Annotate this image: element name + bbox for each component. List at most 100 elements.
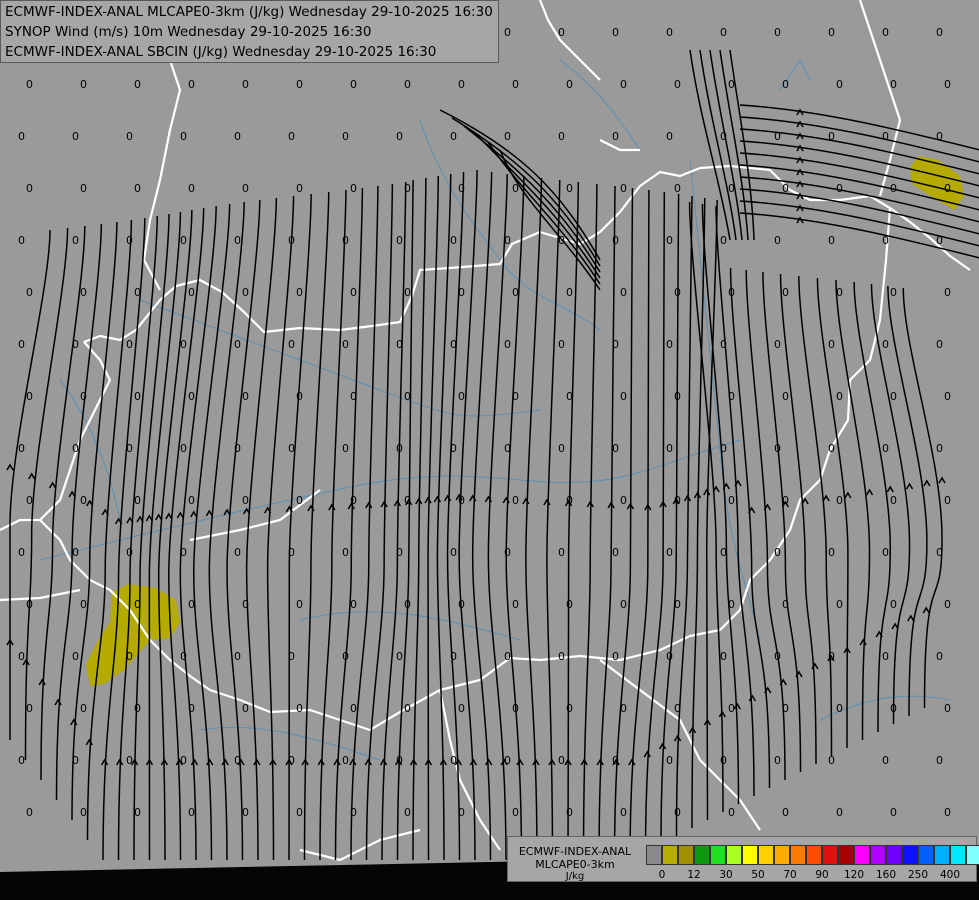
sbcin-label: 0 — [396, 754, 403, 767]
sbcin-label: 0 — [882, 650, 889, 663]
sbcin-label: 0 — [512, 182, 519, 195]
streamline-arrow — [190, 510, 198, 518]
sbcin-label: 0 — [720, 650, 727, 663]
streamline-arrow — [923, 479, 931, 487]
sbcin-label: 0 — [350, 390, 357, 403]
sbcin-label: 0 — [72, 130, 79, 143]
sbcin-label: 0 — [558, 26, 565, 39]
sbcin-label: 0 — [836, 78, 843, 91]
sbcin-label: 0 — [882, 26, 889, 39]
sbcin-label: 0 — [666, 442, 673, 455]
sbcin-label: 0 — [234, 442, 241, 455]
streamline-arrow — [886, 485, 894, 493]
sbcin-label: 0 — [890, 390, 897, 403]
sbcin-label: 0 — [134, 182, 141, 195]
sbcin-label: 0 — [512, 390, 519, 403]
sbcin-label: 0 — [620, 286, 627, 299]
sbcin-label: 0 — [458, 390, 465, 403]
sbcin-label: 0 — [234, 130, 241, 143]
sbcin-label: 0 — [26, 286, 33, 299]
streamline — [835, 279, 871, 741]
streamline-arrow — [907, 614, 915, 622]
sbcin-label: 0 — [404, 598, 411, 611]
streamline-arrow — [206, 758, 214, 766]
sbcin-label: 0 — [674, 390, 681, 403]
sbcin-label: 0 — [944, 286, 951, 299]
sbcin-label: 0 — [342, 650, 349, 663]
sbcin-label: 0 — [782, 182, 789, 195]
sbcin-label: 0 — [396, 130, 403, 143]
streamline — [365, 183, 394, 861]
sbcin-label: 0 — [882, 754, 889, 767]
sbcin-label: 0 — [890, 494, 897, 507]
sbcin-label: 0 — [612, 26, 619, 39]
sbcin-label: 0 — [296, 806, 303, 819]
sbcin-label: 0 — [612, 754, 619, 767]
streamline — [739, 104, 979, 151]
sbcin-label: 0 — [620, 390, 627, 403]
legend-swatch — [726, 845, 742, 865]
sbcin-label: 0 — [774, 26, 781, 39]
legend-swatch — [854, 845, 870, 865]
sbcin-label: 0 — [134, 702, 141, 715]
sbcin-label: 0 — [728, 598, 735, 611]
sbcin-label: 0 — [396, 546, 403, 559]
sbcin-label: 0 — [450, 338, 457, 351]
streamline-arrow — [393, 499, 402, 507]
streamline-arrow — [221, 758, 229, 766]
sbcin-label: 0 — [180, 546, 187, 559]
sbcin-label: 0 — [234, 338, 241, 351]
sbcin-label: 0 — [720, 26, 727, 39]
sbcin-label: 0 — [620, 494, 627, 507]
sbcin-label: 0 — [396, 442, 403, 455]
sbcin-label: 0 — [882, 546, 889, 559]
sbcin-label: 0 — [404, 182, 411, 195]
sbcin-label: 0 — [612, 442, 619, 455]
sbcin-label: 0 — [674, 182, 681, 195]
sbcin-label: 0 — [566, 182, 573, 195]
sbcin-label: 0 — [458, 702, 465, 715]
sbcin-label: 0 — [242, 390, 249, 403]
sbcin-label: 0 — [890, 78, 897, 91]
sbcin-label: 0 — [936, 26, 943, 39]
sbcin-label: 0 — [728, 182, 735, 195]
sbcin-label: 0 — [836, 494, 843, 507]
sbcin-label: 0 — [774, 546, 781, 559]
color-legend: ECMWF-INDEX-ANAL MLCAPE0-3km J/kg 0 12 30 5… — [507, 836, 979, 882]
sbcin-label: 0 — [728, 78, 735, 91]
sbcin-label: 0 — [882, 338, 889, 351]
streamline-arrow — [433, 495, 442, 503]
sbcin-label: 0 — [242, 494, 249, 507]
streamline — [303, 191, 330, 861]
legend-tick: 120 — [843, 869, 865, 881]
sbcin-label: 0 — [188, 182, 195, 195]
title-sbcin: ECMWF-INDEX-ANAL SBCIN (J/kg) Wednesday … — [5, 44, 437, 60]
streamline — [709, 49, 743, 241]
streamline-arrow — [349, 758, 357, 766]
sbcin-label: 0 — [720, 338, 727, 351]
streamline — [427, 175, 440, 861]
sbcin-label: 0 — [728, 806, 735, 819]
sbcin-label: 0 — [720, 546, 727, 559]
sbcin-label: 0 — [620, 806, 627, 819]
sbcin-label: 0 — [80, 78, 87, 91]
sbcin-label: 0 — [342, 130, 349, 143]
sbcin-label: 0 — [404, 78, 411, 91]
sbcin-label: 0 — [936, 650, 943, 663]
streamline-arrow — [155, 513, 163, 521]
streamline-arrow — [48, 481, 57, 489]
sbcin-label: 0 — [26, 494, 33, 507]
sbcin-label: 0 — [188, 702, 195, 715]
sbcin-label: 0 — [666, 130, 673, 143]
sbcin-label: 0 — [18, 442, 25, 455]
sbcin-label: 0 — [890, 806, 897, 819]
sbcin-label: 0 — [242, 702, 249, 715]
sbcin-label: 0 — [782, 390, 789, 403]
sbcin-value-labels: 0 0 0 0 0 0 0 0 0 0 0 0 0 0 0 0 0 0 0 0 0 0 0 0 0 0 0 0 0 0 0 0 0 0 0 0 0 0 0 0… — [18, 26, 951, 819]
legend-swatch — [902, 845, 918, 865]
sbcin-label: 0 — [126, 130, 133, 143]
legend-swatch — [918, 845, 934, 865]
sbcin-label: 0 — [450, 130, 457, 143]
sbcin-label: 0 — [566, 286, 573, 299]
streamline — [629, 189, 650, 861]
